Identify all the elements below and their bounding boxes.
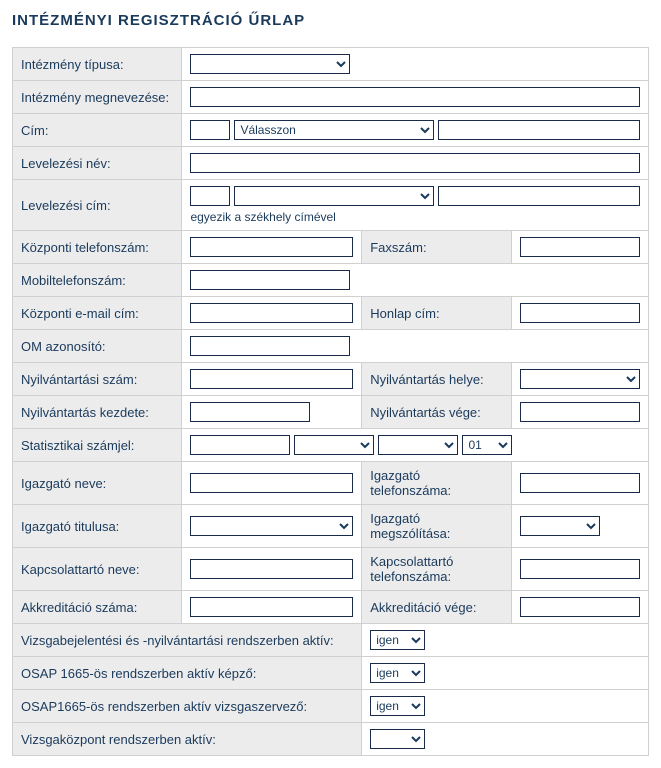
label-contact-phone: Kapcsolattartó telefonszáma:: [362, 548, 512, 591]
label-reg-start: Nyilvántartás kezdete:: [13, 396, 182, 429]
label-website: Honlap cím:: [362, 297, 512, 330]
label-director-name: Igazgató neve:: [13, 462, 182, 505]
address-zip-input[interactable]: [190, 120, 230, 140]
label-fax: Faxszám:: [362, 231, 512, 264]
label-osap-trainer: OSAP 1665-ös rendszerben aktív képző:: [13, 657, 362, 690]
inst-name-input[interactable]: [190, 87, 640, 107]
label-vb-active: Vizsgabejelentési és -nyilvántartási ren…: [13, 624, 362, 657]
mobile-input[interactable]: [190, 270, 350, 290]
label-examcenter-active: Vizsgaközpont rendszerben aktív:: [13, 723, 362, 756]
stat-code-4-select[interactable]: 01: [462, 435, 512, 455]
label-reg-end: Nyilvántartás vége:: [362, 396, 512, 429]
mail-address-hint: egyezik a székhely címével: [190, 210, 640, 224]
page-title: INTÉZMÉNYI REGISZTRÁCIÓ ŰRLAP: [12, 12, 649, 29]
mail-name-input[interactable]: [190, 153, 640, 173]
label-inst-type: Intézmény típusa:: [13, 48, 182, 81]
mail-city-select[interactable]: [234, 186, 434, 206]
reg-start-input[interactable]: [190, 402, 310, 422]
om-id-input[interactable]: [190, 336, 350, 356]
label-address: Cím:: [13, 114, 182, 147]
label-contact-name: Kapcsolattartó neve:: [13, 548, 182, 591]
label-director-salutation: Igazgató megszólítása:: [362, 505, 512, 548]
mail-zip-input[interactable]: [190, 186, 230, 206]
director-title-select[interactable]: [190, 516, 353, 536]
stat-code-1-input[interactable]: [190, 435, 290, 455]
director-name-input[interactable]: [190, 473, 353, 493]
label-accred-number: Akkreditáció száma:: [13, 591, 182, 624]
osap-examiner-select[interactable]: igen: [370, 696, 425, 716]
website-input[interactable]: [520, 303, 640, 323]
address-city-select[interactable]: Válasszon: [234, 120, 434, 140]
label-inst-name: Intézmény megnevezése:: [13, 81, 182, 114]
address-rest-input[interactable]: [438, 120, 640, 140]
registration-form: Intézmény típusa: Intézmény megnevezése:…: [12, 47, 649, 756]
reg-number-input[interactable]: [190, 369, 353, 389]
label-director-phone: Igazgató telefonszáma:: [362, 462, 512, 505]
examcenter-active-select[interactable]: [370, 729, 425, 749]
label-mail-name: Levelezési név:: [13, 147, 182, 180]
label-director-title: Igazgató titulusa:: [13, 505, 182, 548]
label-mail-address: Levelezési cím:: [13, 180, 182, 231]
reg-end-input[interactable]: [520, 402, 640, 422]
mail-rest-input[interactable]: [438, 186, 640, 206]
stat-code-3-select[interactable]: [378, 435, 458, 455]
label-email: Központi e-mail cím:: [13, 297, 182, 330]
label-reg-number: Nyilvántartási szám:: [13, 363, 182, 396]
contact-phone-input[interactable]: [520, 559, 640, 579]
label-stat-code: Statisztikai számjel:: [13, 429, 182, 462]
director-salutation-select[interactable]: [520, 516, 600, 536]
email-input[interactable]: [190, 303, 353, 323]
label-reg-place: Nyilvántartás helye:: [362, 363, 512, 396]
inst-type-select[interactable]: [190, 54, 350, 74]
label-phone: Központi telefonszám:: [13, 231, 182, 264]
accred-end-input[interactable]: [520, 597, 640, 617]
contact-name-input[interactable]: [190, 559, 353, 579]
stat-code-2-select[interactable]: [294, 435, 374, 455]
label-om-id: OM azonosító:: [13, 330, 182, 363]
label-accred-end: Akkreditáció vége:: [362, 591, 512, 624]
osap-trainer-select[interactable]: igen: [370, 663, 425, 683]
vb-active-select[interactable]: igen: [370, 630, 425, 650]
director-phone-input[interactable]: [520, 473, 640, 493]
label-mobile: Mobiltelefonszám:: [13, 264, 182, 297]
phone-input[interactable]: [190, 237, 353, 257]
accred-number-input[interactable]: [190, 597, 353, 617]
reg-place-select[interactable]: [520, 369, 640, 389]
fax-input[interactable]: [520, 237, 640, 257]
label-osap-examiner: OSAP1665-ös rendszerben aktív vizsgaszer…: [13, 690, 362, 723]
